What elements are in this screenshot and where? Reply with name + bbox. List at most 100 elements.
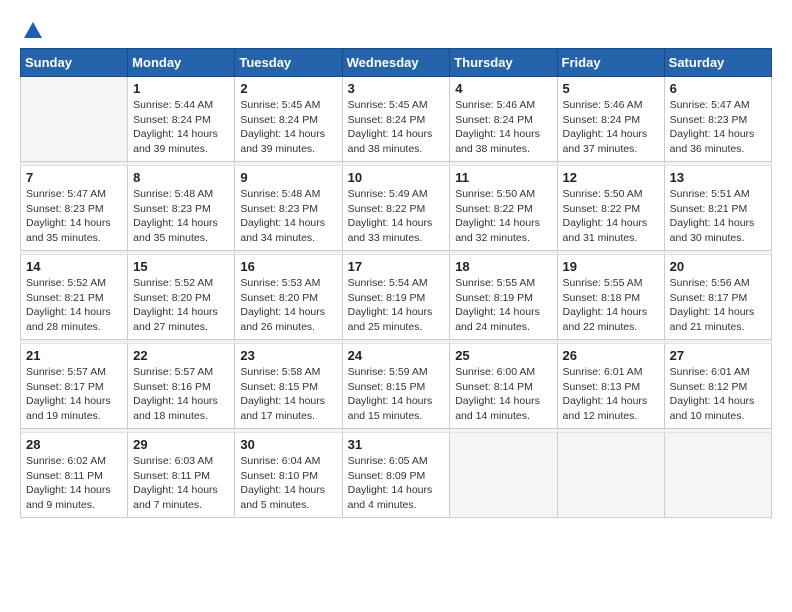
day-number: 15 (133, 259, 229, 274)
calendar-cell (450, 433, 557, 518)
calendar-cell: 4 Sunrise: 5:46 AM Sunset: 8:24 PM Daylig… (450, 77, 557, 162)
day-number: 1 (133, 81, 229, 96)
day-info: Sunrise: 5:47 AM Sunset: 8:23 PM Dayligh… (26, 187, 122, 246)
day-info: Sunrise: 6:01 AM Sunset: 8:12 PM Dayligh… (670, 365, 766, 424)
day-info: Sunrise: 5:48 AM Sunset: 8:23 PM Dayligh… (133, 187, 229, 246)
day-info: Sunrise: 5:57 AM Sunset: 8:17 PM Dayligh… (26, 365, 122, 424)
day-number: 14 (26, 259, 122, 274)
day-info: Sunrise: 6:04 AM Sunset: 8:10 PM Dayligh… (240, 454, 336, 513)
day-number: 3 (348, 81, 445, 96)
calendar-cell: 21 Sunrise: 5:57 AM Sunset: 8:17 PM Dayli… (21, 344, 128, 429)
calendar-cell: 19 Sunrise: 5:55 AM Sunset: 8:18 PM Dayli… (557, 255, 664, 340)
calendar-cell: 13 Sunrise: 5:51 AM Sunset: 8:21 PM Dayli… (664, 166, 771, 251)
day-info: Sunrise: 6:00 AM Sunset: 8:14 PM Dayligh… (455, 365, 551, 424)
calendar-cell: 30Sunrise: 6:04 AM Sunset: 8:10 PM Dayli… (235, 433, 342, 518)
day-number: 20 (670, 259, 766, 274)
day-info: Sunrise: 5:56 AM Sunset: 8:17 PM Dayligh… (670, 276, 766, 335)
week-row: 28 Sunrise: 6:02 AM Sunset: 8:11 PM Dayli… (21, 433, 772, 518)
calendar-cell: 24Sunrise: 5:59 AM Sunset: 8:15 PM Dayli… (342, 344, 450, 429)
day-info: Sunrise: 5:45 AM Sunset: 8:24 PM Dayligh… (348, 98, 445, 157)
calendar-cell: 31 Sunrise: 6:05 AM Sunset: 8:09 PM Dayli… (342, 433, 450, 518)
day-info: Sunrise: 5:54 AM Sunset: 8:19 PM Dayligh… (348, 276, 445, 335)
day-info: Sunrise: 5:52 AM Sunset: 8:21 PM Dayligh… (26, 276, 122, 335)
logo (20, 20, 44, 38)
calendar-cell: 17 Sunrise: 5:54 AM Sunset: 8:19 PM Dayli… (342, 255, 450, 340)
day-number: 18 (455, 259, 551, 274)
calendar-cell: 3 Sunrise: 5:45 AM Sunset: 8:24 PM Daylig… (342, 77, 450, 162)
logo-icon (22, 20, 44, 42)
day-number: 9 (240, 170, 336, 185)
calendar-cell: 27 Sunrise: 6:01 AM Sunset: 8:12 PM Dayli… (664, 344, 771, 429)
calendar-cell: 25 Sunrise: 6:00 AM Sunset: 8:14 PM Dayli… (450, 344, 557, 429)
day-info: Sunrise: 5:47 AM Sunset: 8:23 PM Dayligh… (670, 98, 766, 157)
calendar-cell: 20 Sunrise: 5:56 AM Sunset: 8:17 PM Dayli… (664, 255, 771, 340)
week-row: 14 Sunrise: 5:52 AM Sunset: 8:21 PM Dayli… (21, 255, 772, 340)
day-number: 11 (455, 170, 551, 185)
calendar-cell: 16 Sunrise: 5:53 AM Sunset: 8:20 PM Dayli… (235, 255, 342, 340)
day-number: 17 (348, 259, 445, 274)
day-number: 31 (348, 437, 445, 452)
weekday-header: Monday (128, 49, 235, 77)
day-info: Sunrise: 5:55 AM Sunset: 8:19 PM Dayligh… (455, 276, 551, 335)
calendar-table: SundayMondayTuesdayWednesdayThursdayFrid… (20, 48, 772, 518)
day-info: Sunrise: 5:58 AM Sunset: 8:15 PM Dayligh… (240, 365, 336, 424)
day-info: Sunrise: 5:45 AM Sunset: 8:24 PM Dayligh… (240, 98, 336, 157)
day-number: 6 (670, 81, 766, 96)
day-info: Sunrise: 5:53 AM Sunset: 8:20 PM Dayligh… (240, 276, 336, 335)
day-number: 28 (26, 437, 122, 452)
day-info: Sunrise: 6:03 AM Sunset: 8:11 PM Dayligh… (133, 454, 229, 513)
day-number: 10 (348, 170, 445, 185)
calendar-cell (664, 433, 771, 518)
day-number: 5 (563, 81, 659, 96)
day-number: 22 (133, 348, 229, 363)
calendar-cell: 29 Sunrise: 6:03 AM Sunset: 8:11 PM Dayli… (128, 433, 235, 518)
day-number: 16 (240, 259, 336, 274)
day-info: Sunrise: 6:01 AM Sunset: 8:13 PM Dayligh… (563, 365, 659, 424)
calendar-cell: 26 Sunrise: 6:01 AM Sunset: 8:13 PM Dayli… (557, 344, 664, 429)
day-number: 25 (455, 348, 551, 363)
day-info: Sunrise: 5:46 AM Sunset: 8:24 PM Dayligh… (563, 98, 659, 157)
day-number: 7 (26, 170, 122, 185)
day-info: Sunrise: 5:48 AM Sunset: 8:23 PM Dayligh… (240, 187, 336, 246)
day-number: 8 (133, 170, 229, 185)
day-info: Sunrise: 5:44 AM Sunset: 8:24 PM Dayligh… (133, 98, 229, 157)
day-info: Sunrise: 5:51 AM Sunset: 8:21 PM Dayligh… (670, 187, 766, 246)
day-info: Sunrise: 5:50 AM Sunset: 8:22 PM Dayligh… (563, 187, 659, 246)
calendar-cell: 23 Sunrise: 5:58 AM Sunset: 8:15 PM Dayli… (235, 344, 342, 429)
day-info: Sunrise: 5:55 AM Sunset: 8:18 PM Dayligh… (563, 276, 659, 335)
day-info: Sunrise: 5:59 AM Sunset: 8:15 PM Dayligh… (348, 365, 445, 424)
day-info: Sunrise: 5:46 AM Sunset: 8:24 PM Dayligh… (455, 98, 551, 157)
day-info: Sunrise: 6:02 AM Sunset: 8:11 PM Dayligh… (26, 454, 122, 513)
calendar-cell: 10 Sunrise: 5:49 AM Sunset: 8:22 PM Dayli… (342, 166, 450, 251)
calendar-cell: 22 Sunrise: 5:57 AM Sunset: 8:16 PM Dayli… (128, 344, 235, 429)
calendar-cell: 8 Sunrise: 5:48 AM Sunset: 8:23 PM Daylig… (128, 166, 235, 251)
calendar-cell: 5 Sunrise: 5:46 AM Sunset: 8:24 PM Daylig… (557, 77, 664, 162)
day-number: 27 (670, 348, 766, 363)
day-number: 4 (455, 81, 551, 96)
day-number: 12 (563, 170, 659, 185)
calendar-cell: 2Sunrise: 5:45 AM Sunset: 8:24 PM Daylig… (235, 77, 342, 162)
day-number: 26 (563, 348, 659, 363)
day-number: 19 (563, 259, 659, 274)
day-number: 29 (133, 437, 229, 452)
weekday-header: Saturday (664, 49, 771, 77)
calendar-cell: 18 Sunrise: 5:55 AM Sunset: 8:19 PM Dayli… (450, 255, 557, 340)
day-info: Sunrise: 5:50 AM Sunset: 8:22 PM Dayligh… (455, 187, 551, 246)
day-info: Sunrise: 6:05 AM Sunset: 8:09 PM Dayligh… (348, 454, 445, 513)
weekday-header: Tuesday (235, 49, 342, 77)
week-row: 21 Sunrise: 5:57 AM Sunset: 8:17 PM Dayli… (21, 344, 772, 429)
day-info: Sunrise: 5:52 AM Sunset: 8:20 PM Dayligh… (133, 276, 229, 335)
weekday-header: Wednesday (342, 49, 450, 77)
calendar-cell (21, 77, 128, 162)
week-row: 7 Sunrise: 5:47 AM Sunset: 8:23 PM Daylig… (21, 166, 772, 251)
calendar-cell: 9 Sunrise: 5:48 AM Sunset: 8:23 PM Daylig… (235, 166, 342, 251)
day-number: 21 (26, 348, 122, 363)
day-number: 23 (240, 348, 336, 363)
week-row: 1 Sunrise: 5:44 AM Sunset: 8:24 PM Daylig… (21, 77, 772, 162)
day-info: Sunrise: 5:57 AM Sunset: 8:16 PM Dayligh… (133, 365, 229, 424)
weekday-header: Friday (557, 49, 664, 77)
day-info: Sunrise: 5:49 AM Sunset: 8:22 PM Dayligh… (348, 187, 445, 246)
calendar-cell: 14 Sunrise: 5:52 AM Sunset: 8:21 PM Dayli… (21, 255, 128, 340)
day-number: 13 (670, 170, 766, 185)
calendar-header-row: SundayMondayTuesdayWednesdayThursdayFrid… (21, 49, 772, 77)
